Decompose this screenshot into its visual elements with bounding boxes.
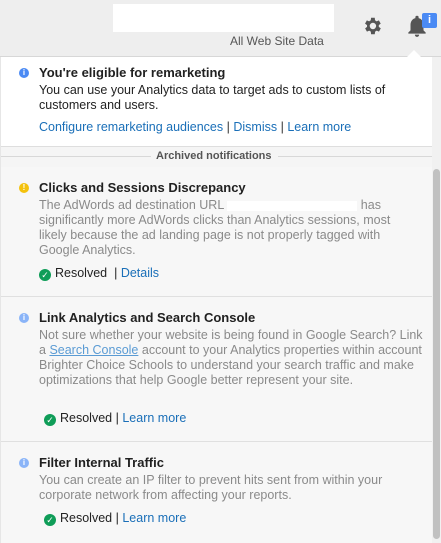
separator: | <box>114 266 118 280</box>
notification-body: The AdWords ad destination URL has signi… <box>39 198 391 257</box>
account-name: Brighter Choice Schools <box>39 358 174 372</box>
archived-separator: Archived notifications <box>1 146 433 168</box>
info-icon: i <box>19 313 29 323</box>
redacted-url <box>227 200 358 211</box>
divider <box>1 156 151 157</box>
notification-title: Link Analytics and Search Console <box>39 310 256 325</box>
check-icon: ✓ <box>39 269 51 281</box>
archived-label: Archived notifications <box>156 150 272 162</box>
notifications-panel: i You're eligible for remarketing You ca… <box>0 57 433 543</box>
resolved-status: Resolved <box>55 266 108 280</box>
resolved-row: ✓ Resolved | Details <box>39 266 159 281</box>
archived-notification: ! Clicks and Sessions Discrepancy The Ad… <box>1 167 433 297</box>
archived-notification: i Link Analytics and Search Console Not … <box>1 297 433 442</box>
configure-remarketing-link[interactable]: Configure remarketing audiences <box>39 120 223 134</box>
details-link[interactable]: Details <box>121 266 159 280</box>
resolved-status: Resolved <box>60 411 113 425</box>
learn-more-link[interactable]: Learn more <box>122 411 186 425</box>
resolved-status: Resolved <box>60 511 113 525</box>
popover-caret <box>407 50 421 57</box>
scrollbar-thumb[interactable] <box>433 169 440 539</box>
remarketing-body: You can use your Analytics data to targe… <box>39 83 386 112</box>
separator: | <box>226 120 230 134</box>
warning-icon: ! <box>19 183 29 193</box>
dismiss-link[interactable]: Dismiss <box>233 120 277 134</box>
notification-badge: i <box>422 13 437 28</box>
separator: | <box>280 120 284 134</box>
gear-icon[interactable] <box>361 15 383 37</box>
notification-title: Filter Internal Traffic <box>39 455 164 470</box>
search-console-link[interactable]: Search Console <box>49 343 138 357</box>
notification-title: Clicks and Sessions Discrepancy <box>39 180 246 195</box>
learn-more-link[interactable]: Learn more <box>122 511 186 525</box>
learn-more-link[interactable]: Learn more <box>287 120 351 134</box>
top-bar: All Web Site Data i <box>0 0 441 57</box>
account-selector[interactable] <box>113 4 334 32</box>
notification-body: You can create an IP filter to prevent h… <box>39 473 383 502</box>
separator: | <box>115 511 119 525</box>
remarketing-title: You're eligible for remarketing <box>39 65 226 80</box>
remarketing-actions: Configure remarketing audiences | Dismis… <box>39 120 351 134</box>
account-view-label: All Web Site Data <box>230 34 324 48</box>
info-icon: i <box>19 68 29 78</box>
notification-body: Not sure whether your website is being f… <box>39 328 423 387</box>
archived-notification: i Filter Internal Traffic You can create… <box>1 442 433 543</box>
resolved-row: ✓ Resolved | Learn more <box>44 511 186 526</box>
divider <box>278 156 433 157</box>
info-icon: i <box>19 458 29 468</box>
separator: | <box>115 411 119 425</box>
scrollbar[interactable] <box>432 57 441 543</box>
check-icon: ✓ <box>44 514 56 526</box>
resolved-row: ✓ Resolved | Learn more <box>44 411 186 426</box>
check-icon: ✓ <box>44 414 56 426</box>
